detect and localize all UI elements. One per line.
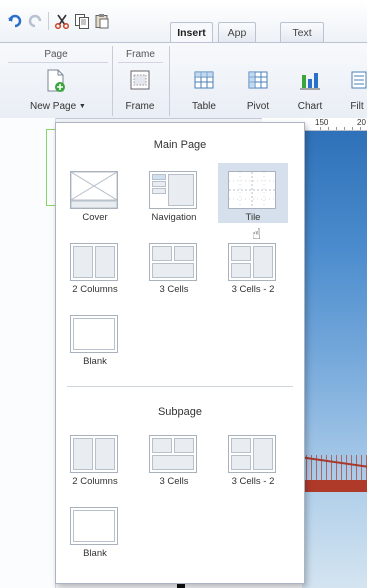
filter-button[interactable]: Filt — [340, 69, 367, 112]
layout-blank[interactable]: Blank — [60, 307, 130, 367]
pivot-button[interactable]: Pivot — [241, 69, 275, 112]
layout-2-columns[interactable]: 2 Columns — [60, 235, 130, 295]
cut-icon[interactable] — [54, 13, 70, 29]
group-label-page: Page — [44, 49, 68, 60]
copy-icon[interactable] — [74, 13, 90, 29]
frame-label: Frame — [125, 101, 155, 112]
two-columns-layout-icon — [70, 243, 118, 281]
group-underline — [8, 62, 108, 63]
main-page-heading: Main Page — [153, 139, 207, 151]
ruler-mark: 150 — [315, 118, 329, 127]
filter-icon — [351, 71, 367, 89]
toolbar-separator — [48, 12, 49, 30]
subpage-layout-3-cells-2[interactable]: 3 Cells - 2 — [218, 427, 288, 487]
layout-label: 2 Columns — [72, 476, 118, 487]
group-label-frame: Frame — [126, 49, 155, 60]
layout-3-cells-2[interactable]: 3 Cells - 2 — [218, 235, 288, 295]
subpage-heading: Subpage — [157, 406, 203, 418]
table-icon — [194, 71, 214, 89]
quick-access-bar: Insert App Text — [0, 0, 367, 43]
redo-icon[interactable] — [27, 13, 43, 29]
frame-button[interactable]: Frame — [120, 69, 160, 112]
section-divider — [67, 386, 293, 387]
three-cells-2-layout-icon — [228, 435, 276, 473]
bridge-photo — [302, 131, 367, 588]
chart-label: Chart — [297, 101, 323, 112]
chevron-down-icon: ▼ — [78, 103, 86, 110]
cover-layout-icon — [70, 171, 118, 209]
layout-navigation[interactable]: Navigation — [139, 163, 209, 223]
subpage-layout-2-columns[interactable]: 2 Columns — [60, 427, 130, 487]
layout-label: Blank — [83, 356, 107, 367]
pivot-label: Pivot — [246, 101, 270, 112]
tab-text[interactable]: Text — [280, 22, 324, 42]
subpage-layout-3-cells[interactable]: 3 Cells — [139, 427, 209, 487]
layout-label: Tile — [245, 212, 261, 223]
filter-label: Filt — [350, 101, 364, 112]
ruler-mark: 20 — [357, 118, 366, 127]
layout-tile[interactable]: Tile — [218, 163, 288, 223]
tab-app[interactable]: App — [218, 22, 256, 42]
three-cells-2-layout-icon — [228, 243, 276, 281]
bar-chart-icon — [300, 73, 320, 90]
layout-3-cells[interactable]: 3 Cells — [139, 235, 209, 295]
chart-button[interactable]: Chart — [293, 69, 327, 112]
group-underline — [118, 62, 163, 63]
three-cells-layout-icon — [149, 435, 197, 473]
hand-cursor-icon: ☝ — [252, 226, 262, 243]
tab-insert[interactable]: Insert — [170, 22, 213, 43]
undo-icon[interactable] — [7, 13, 23, 29]
app-window: Insert App Text Page Frame New Page ▼ Fr… — [0, 0, 367, 588]
two-columns-layout-icon — [70, 435, 118, 473]
layout-label: Navigation — [151, 212, 197, 223]
layout-label: 3 Cells - 2 — [231, 476, 275, 487]
new-page-icon — [47, 69, 65, 92]
pivot-table-icon — [248, 71, 268, 89]
subpage-layout-blank[interactable]: Blank — [60, 499, 130, 559]
navigation-layout-icon — [149, 171, 197, 209]
new-page-dropdown: Main Page Cover Navigation Tile 2 Column… — [55, 122, 305, 584]
blank-layout-icon — [70, 507, 118, 545]
blank-layout-icon — [70, 315, 118, 353]
layout-label: Cover — [82, 212, 108, 223]
bridge-deck — [302, 480, 367, 492]
layout-label: 2 Columns — [72, 284, 118, 295]
layout-label: 3 Cells — [159, 284, 189, 295]
three-cells-layout-icon — [149, 243, 197, 281]
new-page-label: New Page — [30, 101, 77, 112]
tile-layout-icon — [228, 171, 276, 209]
new-page-button[interactable]: New Page ▼ — [30, 69, 86, 112]
ribbon: Page Frame New Page ▼ Frame Table Pivot … — [0, 43, 367, 119]
layout-label: Blank — [83, 548, 107, 559]
frame-icon — [130, 70, 150, 90]
paste-icon[interactable] — [94, 13, 110, 29]
layout-label: 3 Cells - 2 — [231, 284, 275, 295]
layout-cover[interactable]: Cover — [60, 163, 130, 223]
layout-label: 3 Cells — [159, 476, 189, 487]
group-separator — [169, 46, 170, 116]
table-button[interactable]: Table — [187, 69, 221, 112]
table-label: Table — [192, 101, 216, 112]
